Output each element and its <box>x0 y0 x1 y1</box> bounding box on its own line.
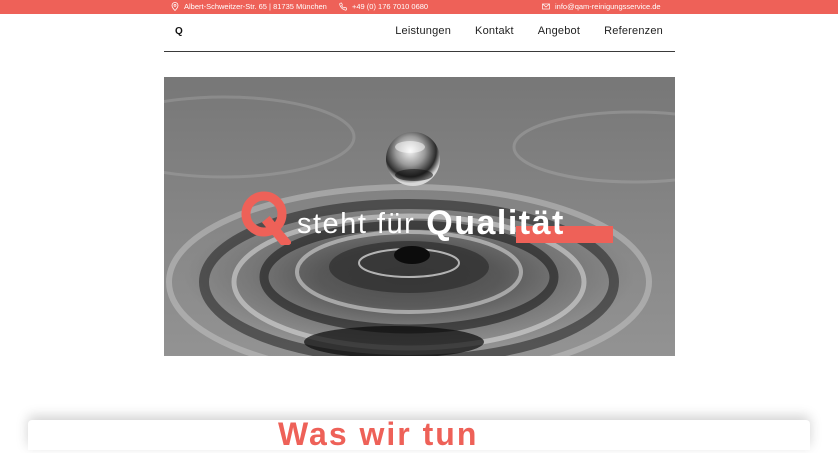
hero-banner: steht für Qualität <box>164 77 675 356</box>
nav-item-kontakt[interactable]: Kontakt <box>475 25 514 37</box>
section-heading: Was wir tun <box>278 416 479 452</box>
site-logo[interactable]: Q <box>175 26 183 37</box>
mail-icon <box>542 2 550 11</box>
nav-item-angebot[interactable]: Angebot <box>538 25 580 37</box>
q-logo-mark <box>239 189 291 245</box>
phone-link[interactable]: +49 (0) 176 7010 0680 <box>352 2 428 11</box>
phone-icon <box>339 2 347 11</box>
email-item[interactable]: info@qam-reinigungsservice.de <box>542 2 661 11</box>
hero-text-plain: steht für <box>297 208 416 240</box>
hero-text-bold: Qualität <box>426 204 565 242</box>
address-text: Albert-Schweitzer-Str. 65 | 81735 Münche… <box>184 2 327 11</box>
phone-item[interactable]: +49 (0) 176 7010 0680 <box>339 2 428 11</box>
hero-headline: steht für Qualität <box>239 189 565 245</box>
main-navigation: Q Leistungen Kontakt Angebot Referenzen <box>164 14 675 52</box>
email-link[interactable]: info@qam-reinigungsservice.de <box>555 2 661 11</box>
services-section: Was wir tun <box>28 416 810 452</box>
nav-menu: Leistungen Kontakt Angebot Referenzen <box>395 25 663 37</box>
address-item: Albert-Schweitzer-Str. 65 | 81735 Münche… <box>171 2 327 11</box>
nav-item-leistungen[interactable]: Leistungen <box>395 25 451 37</box>
location-pin-icon <box>171 2 179 11</box>
top-contact-bar: Albert-Schweitzer-Str. 65 | 81735 Münche… <box>0 0 838 14</box>
nav-item-referenzen[interactable]: Referenzen <box>604 25 663 37</box>
